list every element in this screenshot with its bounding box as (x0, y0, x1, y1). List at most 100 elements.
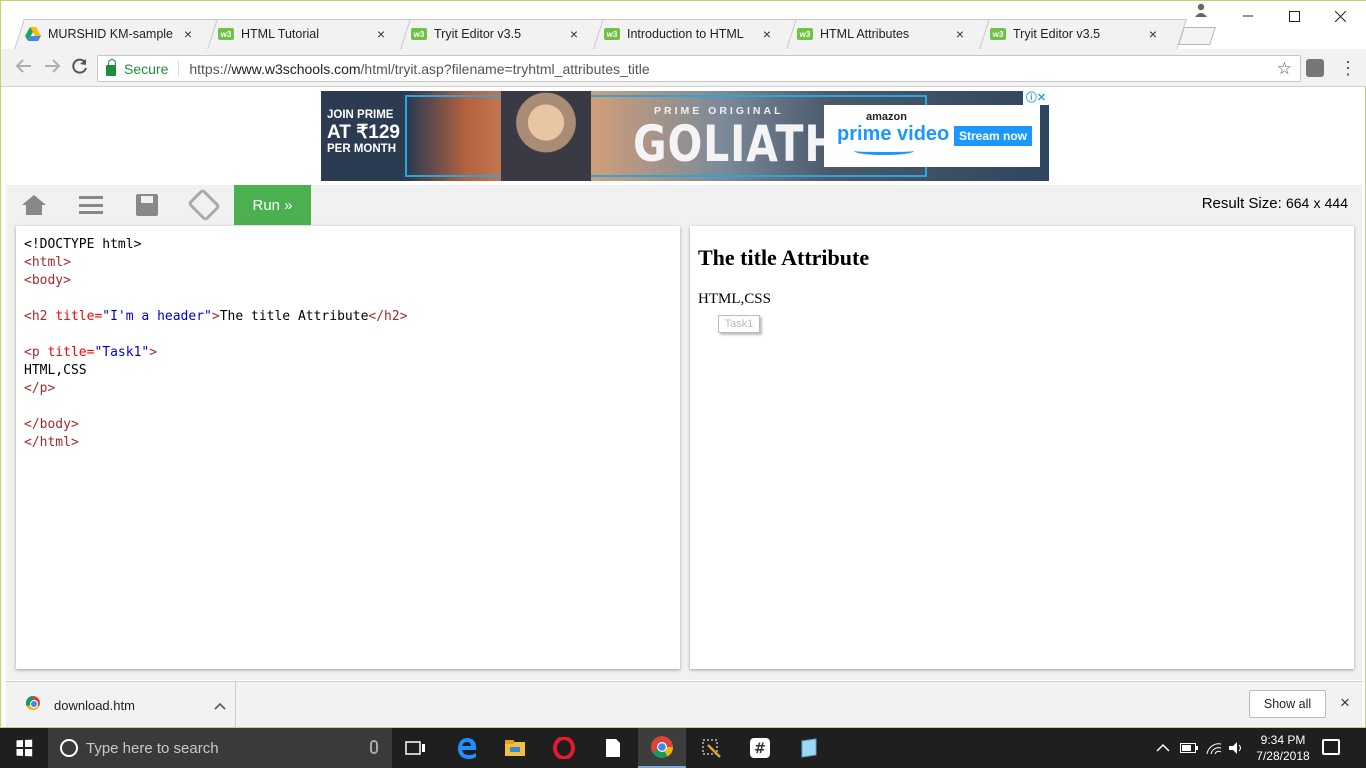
tab-tryit-editor-active[interactable]: w3 Tryit Editor v3.5 × (990, 19, 1160, 49)
url-text[interactable]: https://www.w3schools.com/html/tryit.asp… (179, 61, 649, 77)
url-host: www.w3schools.com (231, 60, 361, 77)
close-icon[interactable]: × (181, 26, 195, 42)
close-icon[interactable]: × (374, 26, 388, 42)
close-window-button[interactable] (1317, 5, 1363, 27)
download-bar: download.htm Show all × (6, 681, 1362, 728)
amazon-smile-icon (854, 147, 914, 155)
show-all-button[interactable]: Show all (1249, 690, 1326, 718)
show-hidden-icons[interactable] (1156, 728, 1170, 768)
home-button[interactable] (6, 185, 62, 225)
code-tag: > (149, 345, 158, 360)
close-download-bar-icon[interactable]: × (1336, 694, 1354, 712)
slack-icon[interactable]: # (736, 728, 784, 768)
ad-stream-now-button[interactable]: Stream now (954, 126, 1032, 146)
save-button[interactable] (119, 185, 175, 225)
tab-html-attributes[interactable]: w3 HTML Attributes × (797, 19, 967, 49)
browser-window: MURSHID KM-sample pr × w3 HTML Tutorial … (0, 0, 1366, 728)
tab-title: Introduction to HTML (627, 27, 744, 41)
code-line: <body> (24, 273, 71, 288)
tab-title: Tryit Editor v3.5 (1013, 27, 1101, 41)
windows-logo-icon (16, 739, 33, 757)
battery-icon[interactable] (1180, 728, 1198, 768)
wifi-icon[interactable] (1206, 728, 1222, 768)
opera-icon[interactable] (540, 728, 588, 768)
ad-actor-image (501, 91, 591, 181)
advertisement-banner[interactable]: JOIN PRIME AT ₹129 PER MONTH PRIME ORIGI… (321, 91, 1049, 181)
run-button[interactable]: Run » (234, 185, 311, 225)
adchoices-icon[interactable]: ⓘ✕ (1023, 91, 1049, 105)
rotate-icon (187, 188, 221, 222)
tab-strip: MURSHID KM-sample pr × w3 HTML Tutorial … (1, 1, 1366, 49)
download-item[interactable]: download.htm (18, 682, 236, 728)
code-tag: > (211, 309, 220, 324)
extension-icon[interactable] (1306, 59, 1324, 77)
result-size: Result Size: 664 x 444 (1202, 195, 1348, 212)
maximize-button[interactable] (1271, 5, 1317, 27)
w3schools-icon: w3 (990, 28, 1006, 40)
chrome-icon[interactable] (638, 728, 686, 768)
task-view-icon[interactable] (392, 728, 440, 768)
file-explorer-icon[interactable] (491, 728, 539, 768)
clock-time: 9:34 PM (1260, 733, 1306, 747)
chrome-menu-icon[interactable]: ⋮ (1339, 57, 1357, 79)
document-icon[interactable] (589, 728, 637, 768)
secure-indicator[interactable]: Secure (98, 59, 180, 77)
system-clock[interactable]: 9:34 PM 7/28/2018 (1248, 732, 1318, 764)
editor-panels: <!DOCTYPE html> <html> <body> <h2 title=… (6, 225, 1362, 680)
code-text: The title Attribute (219, 309, 369, 324)
close-icon[interactable]: × (760, 26, 774, 42)
ad-title: GOLIATH (633, 115, 840, 173)
start-button[interactable] (0, 728, 48, 768)
result-heading: The title Attribute (698, 245, 870, 270)
code-tag: </h2> (368, 309, 408, 324)
url-path: /html/tryit.asp?filename=tryhtml_attribu… (360, 60, 650, 77)
download-file-name: download.htm (54, 697, 135, 713)
chevron-up-icon[interactable] (205, 698, 235, 713)
forward-button[interactable] (41, 57, 63, 79)
menu-button[interactable] (63, 185, 119, 225)
ad-amazon-word: amazon (866, 111, 907, 123)
bookmark-star-icon[interactable]: ☆ (1277, 59, 1292, 79)
clock-date: 7/28/2018 (1256, 749, 1310, 763)
edge-icon[interactable] (443, 728, 491, 768)
tab-title: Tryit Editor v3.5 (434, 27, 522, 41)
google-drive-icon (25, 27, 41, 41)
volume-icon[interactable] (1228, 728, 1244, 768)
profile-icon[interactable] (1191, 3, 1211, 21)
code-editor[interactable]: <!DOCTYPE html> <html> <body> <h2 title=… (16, 226, 680, 669)
rotate-button[interactable] (176, 185, 232, 225)
code-tag: <p (24, 345, 40, 360)
notepad-icon[interactable] (785, 728, 833, 768)
address-bar[interactable]: Secure https://www.w3schools.com/html/tr… (97, 55, 1301, 82)
new-tab-button[interactable] (1178, 27, 1216, 45)
code-line: </html> (24, 435, 79, 450)
minimize-button[interactable] (1225, 5, 1271, 27)
taskbar-search[interactable]: Type here to search (48, 728, 392, 768)
action-center-icon[interactable] (1322, 739, 1340, 755)
code-value: "I'm a header" (102, 309, 212, 324)
result-size-label: Result Size: (1201, 195, 1282, 212)
close-icon[interactable]: × (953, 26, 967, 42)
browser-toolbar: Secure https://www.w3schools.com/html/tr… (1, 49, 1366, 87)
code-line: <!DOCTYPE html> (24, 237, 142, 252)
reload-button[interactable] (69, 57, 91, 79)
tab-tryit-editor[interactable]: w3 Tryit Editor v3.5 × (411, 19, 581, 49)
close-icon[interactable]: × (567, 26, 581, 42)
lock-icon (106, 59, 116, 76)
snipping-tool-icon[interactable] (687, 728, 735, 768)
tab-drive[interactable]: MURSHID KM-sample pr × (25, 19, 195, 49)
close-icon[interactable]: × (1146, 26, 1160, 42)
tab-html-tutorial[interactable]: w3 HTML Tutorial × (218, 19, 388, 49)
result-height: 444 (1324, 195, 1348, 211)
ad-prime-video: prime video (837, 123, 950, 145)
result-panel: The title Attribute HTML,CSS Task1 (690, 226, 1354, 669)
result-paragraph: HTML,CSS (698, 291, 771, 307)
microphone-icon[interactable] (370, 740, 378, 754)
tab-title: HTML Tutorial (241, 27, 320, 41)
tab-introduction-to-html[interactable]: w3 Introduction to HTML × (604, 19, 774, 49)
ad-amazon-box: amazon prime video Stream now (824, 105, 1040, 167)
back-button[interactable] (13, 57, 35, 79)
code-line: <p title="Task1"> (24, 344, 672, 362)
